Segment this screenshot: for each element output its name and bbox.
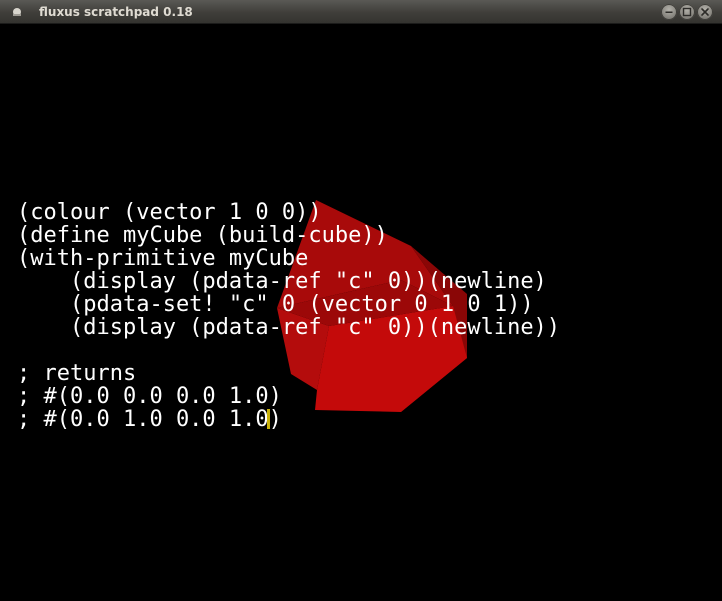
code-line[interactable]: (display (pdata-ref "c" 0))(newline) bbox=[17, 270, 560, 293]
close-button[interactable] bbox=[697, 4, 713, 20]
app-menu-icon[interactable] bbox=[12, 7, 22, 17]
code-editor[interactable]: (colour (vector 1 0 0)) (define myCube (b… bbox=[17, 201, 560, 431]
title-bar[interactable]: fluxus scratchpad 0.18 bbox=[0, 0, 722, 24]
code-line[interactable]: ; #(0.0 0.0 0.0 1.0) bbox=[17, 385, 560, 408]
code-line[interactable]: (display (pdata-ref "c" 0))(newline)) bbox=[17, 316, 560, 339]
code-line[interactable]: ; returns bbox=[17, 362, 560, 385]
code-text-after-cursor: ) bbox=[268, 407, 282, 432]
code-line[interactable]: (with-primitive myCube bbox=[17, 247, 560, 270]
minimize-icon bbox=[665, 11, 673, 13]
code-line-with-cursor[interactable]: ; #(0.0 1.0 0.0 1.0) bbox=[17, 408, 560, 431]
fluxus-window: fluxus scratchpad 0.18 (colour (vector 1… bbox=[0, 0, 722, 601]
code-line[interactable]: (pdata-set! "c" 0 (vector 0 1 0 1)) bbox=[17, 293, 560, 316]
minimize-button[interactable] bbox=[661, 4, 677, 20]
code-line[interactable]: (define myCube (build-cube)) bbox=[17, 224, 560, 247]
code-line[interactable] bbox=[17, 339, 560, 362]
close-icon bbox=[701, 8, 709, 16]
render-canvas[interactable]: (colour (vector 1 0 0)) (define myCube (b… bbox=[1, 24, 721, 600]
code-text-before-cursor: ; #(0.0 1.0 0.0 1.0 bbox=[17, 407, 269, 432]
maximize-icon bbox=[682, 7, 692, 17]
code-line[interactable]: (colour (vector 1 0 0)) bbox=[17, 201, 560, 224]
window-title: fluxus scratchpad 0.18 bbox=[39, 5, 193, 19]
maximize-button[interactable] bbox=[679, 4, 695, 20]
